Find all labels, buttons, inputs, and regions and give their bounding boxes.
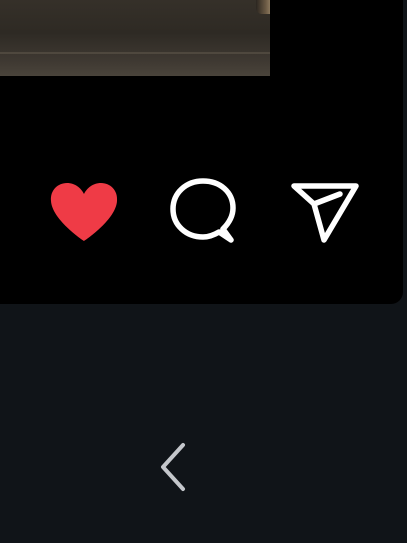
comment-bubble-icon bbox=[168, 177, 238, 245]
heart-icon bbox=[48, 181, 120, 243]
paper-plane-icon bbox=[288, 180, 360, 244]
chevron-left-icon bbox=[153, 439, 193, 495]
share-button[interactable] bbox=[286, 178, 362, 246]
post-card bbox=[0, 0, 403, 304]
like-button[interactable] bbox=[46, 178, 122, 246]
comment-button[interactable] bbox=[167, 176, 239, 246]
media-detail bbox=[0, 52, 270, 54]
media-detail bbox=[256, 0, 270, 14]
back-button[interactable] bbox=[146, 432, 200, 502]
post-media-preview[interactable] bbox=[0, 0, 270, 76]
